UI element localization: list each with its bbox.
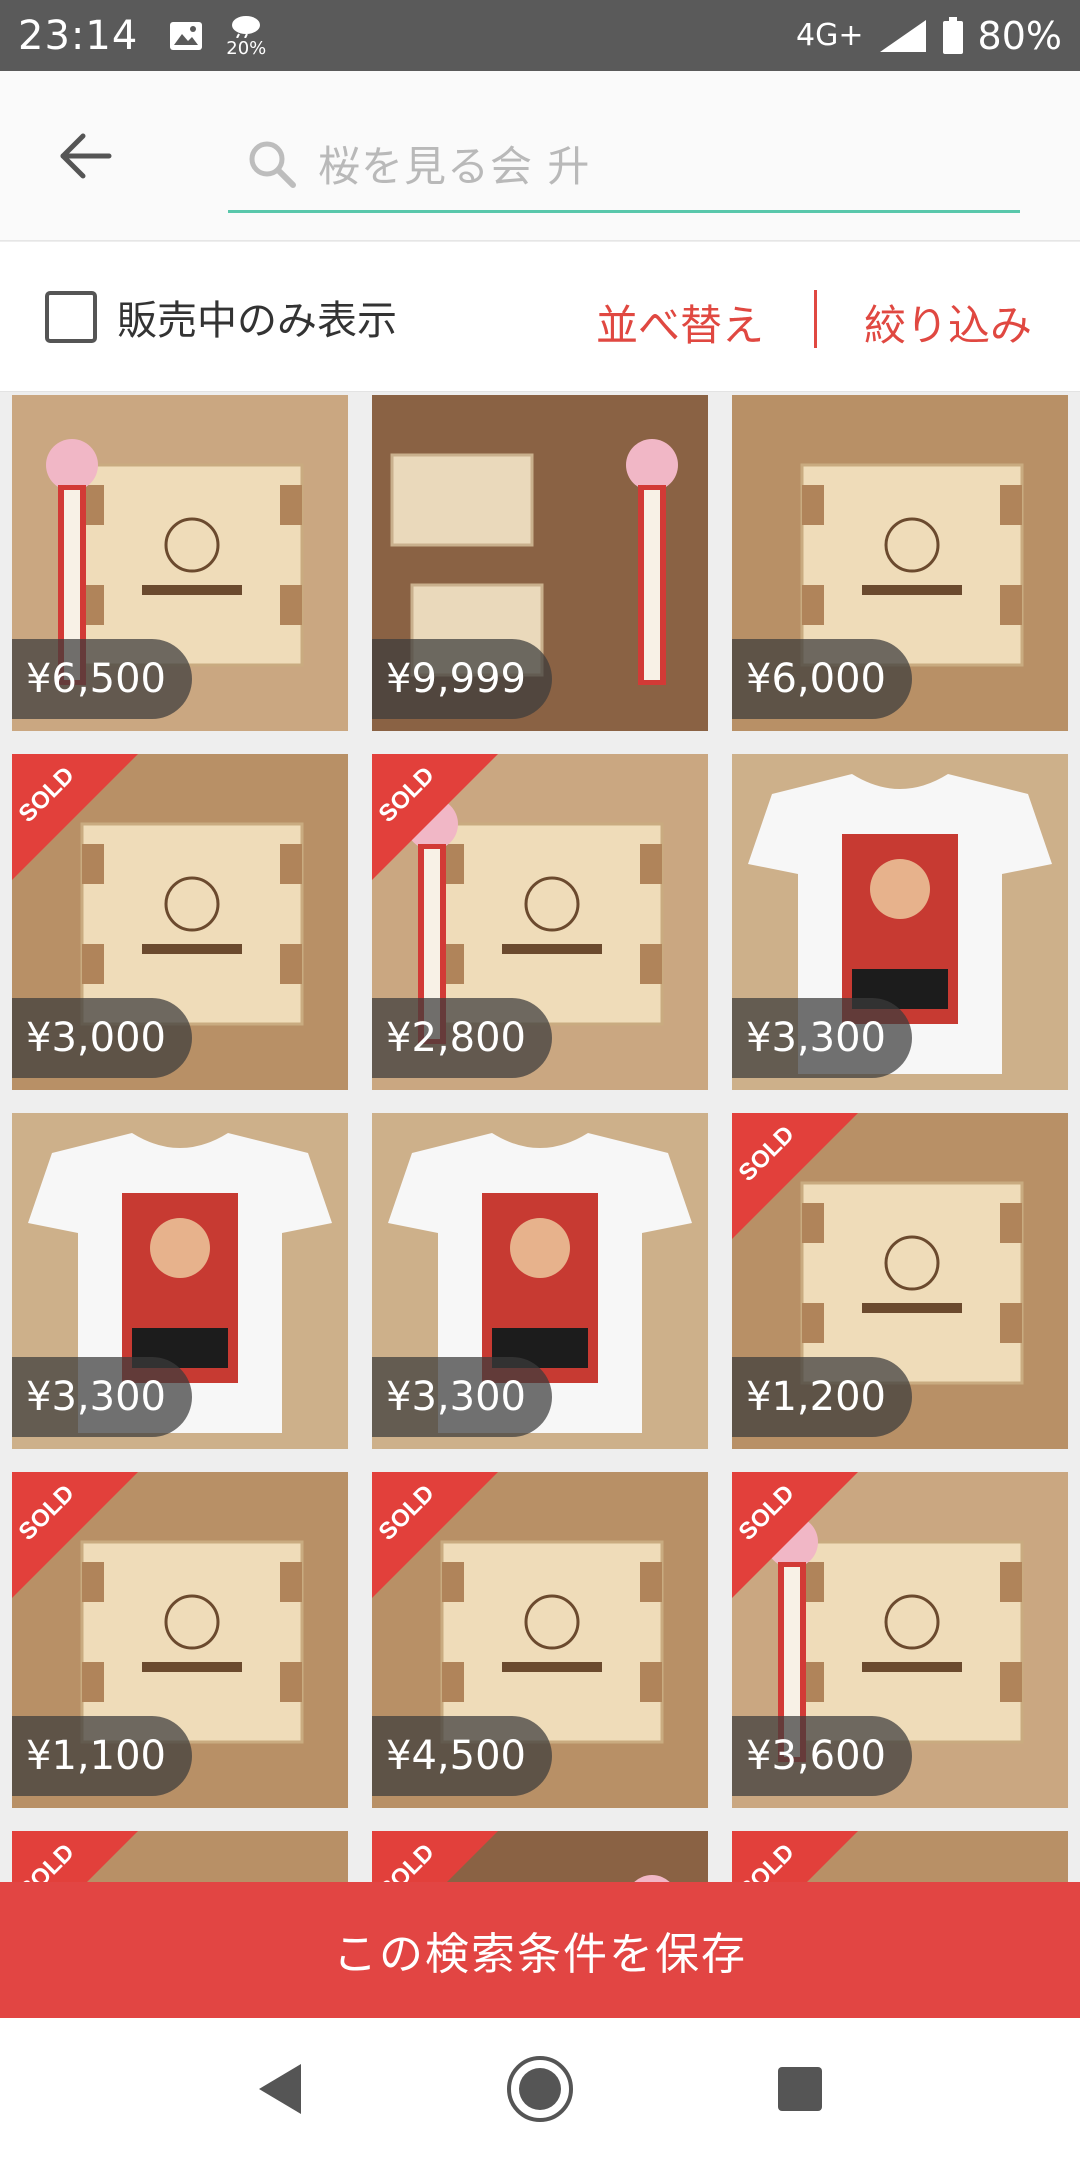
sold-badge: SOLD	[372, 1831, 498, 1882]
price-label: ¥1,100	[12, 1716, 192, 1796]
price-label: ¥3,600	[732, 1716, 912, 1796]
price-label: ¥3,300	[12, 1357, 192, 1437]
battery-percent: 80%	[977, 13, 1062, 58]
filter-divider	[814, 290, 817, 348]
product-tile[interactable]: SOLD	[12, 1831, 348, 1882]
status-notification-icons: 20%	[168, 14, 266, 58]
price-label: ¥9,999	[372, 639, 552, 719]
sold-badge: SOLD	[372, 1472, 498, 1598]
search-input[interactable]: 桜を見る会 升	[228, 117, 1020, 213]
sold-badge: SOLD	[372, 754, 498, 880]
on-sale-only-label[interactable]: 販売中のみ表示	[117, 288, 397, 346]
arrow-back-icon	[60, 133, 112, 179]
price-label: ¥2,800	[372, 998, 552, 1078]
product-tile[interactable]: ¥3,300	[372, 1113, 708, 1449]
cloud-rain-icon	[232, 15, 261, 38]
price-label: ¥3,300	[732, 998, 912, 1078]
refine-button[interactable]: 絞り込み	[864, 292, 1032, 353]
square-recents-icon	[778, 2067, 822, 2111]
status-bar: 23:14 20% 4G+ 80%	[0, 0, 1080, 71]
system-nav-bar	[0, 2018, 1080, 2160]
triangle-back-icon	[259, 2064, 301, 2114]
sold-badge: SOLD	[732, 1113, 858, 1239]
signal-icon	[879, 19, 926, 52]
on-sale-only-checkbox[interactable]	[45, 290, 97, 343]
sold-badge: SOLD	[12, 1831, 138, 1882]
price-label: ¥6,500	[12, 639, 192, 719]
battery-icon	[942, 16, 963, 54]
back-button[interactable]	[50, 121, 120, 191]
product-tile[interactable]: SOLD ¥1,100	[12, 1472, 348, 1808]
product-tile[interactable]: ¥9,999	[372, 395, 708, 731]
sort-button[interactable]: 並べ替え	[596, 292, 764, 353]
nav-back-button[interactable]	[235, 2044, 325, 2134]
network-type: 4G+	[796, 18, 864, 53]
filter-bar: 販売中のみ表示 並べ替え 絞り込み	[0, 242, 1080, 392]
nav-recents-button[interactable]	[755, 2044, 845, 2134]
price-label: ¥3,300	[372, 1357, 552, 1437]
search-icon	[249, 141, 296, 188]
nav-home-button[interactable]	[495, 2044, 585, 2134]
search-query: 桜を見る会 升	[318, 142, 591, 191]
product-tile[interactable]: SOLD	[372, 1831, 708, 1882]
save-search-label: この検索条件を保存	[333, 1929, 747, 1980]
product-tile[interactable]: SOLD	[732, 1831, 1068, 1882]
sold-badge: SOLD	[732, 1831, 858, 1882]
product-tile[interactable]: SOLD ¥4,500	[372, 1472, 708, 1808]
status-time: 23:14	[18, 12, 139, 59]
weather-percent: 20%	[226, 37, 267, 59]
price-label: ¥1,200	[732, 1357, 912, 1437]
product-grid: ¥6,500 ¥9,999 ¥6,000 SOLD ¥3,000 SOLD ¥2,800…	[0, 392, 1080, 1882]
sold-badge: SOLD	[12, 754, 138, 880]
product-tile[interactable]: SOLD ¥2,800	[372, 754, 708, 1090]
product-tile[interactable]: ¥6,000	[732, 395, 1068, 731]
save-search-button[interactable]: この検索条件を保存	[0, 1882, 1080, 2018]
app-root: 23:14 20% 4G+ 80% 桜を見る会 升 販売中のみ表示 並べ替え 絞…	[0, 0, 1080, 2160]
status-right: 4G+ 80%	[796, 14, 1062, 58]
product-tile[interactable]: SOLD ¥3,600	[732, 1472, 1068, 1808]
price-label: ¥3,000	[12, 998, 192, 1078]
sold-badge: SOLD	[732, 1472, 858, 1598]
sold-badge: SOLD	[12, 1472, 138, 1598]
product-tile[interactable]: ¥6,500	[12, 395, 348, 731]
weather-indicator: 20%	[226, 14, 266, 58]
price-label: ¥4,500	[372, 1716, 552, 1796]
gallery-icon	[170, 21, 203, 50]
product-tile[interactable]: ¥3,300	[732, 754, 1068, 1090]
price-label: ¥6,000	[732, 639, 912, 719]
circle-home-icon	[507, 2056, 573, 2122]
product-tile[interactable]: ¥3,300	[12, 1113, 348, 1449]
product-tile[interactable]: SOLD ¥3,000	[12, 754, 348, 1090]
search-header: 桜を見る会 升	[0, 71, 1080, 241]
product-tile[interactable]: SOLD ¥1,200	[732, 1113, 1068, 1449]
